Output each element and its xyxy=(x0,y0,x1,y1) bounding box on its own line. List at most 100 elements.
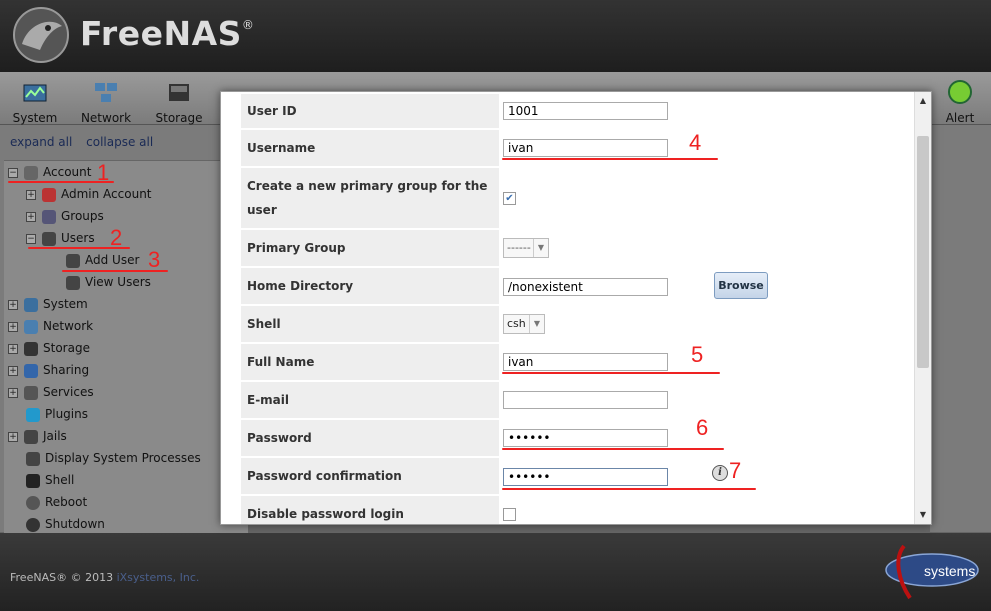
add-user-dialog: User ID Username Create a new primary gr… xyxy=(220,91,932,525)
expand-icon[interactable]: + xyxy=(8,299,18,310)
toolbar-network[interactable]: Network xyxy=(78,72,134,125)
row-create-group: Create a new primary group for the user … xyxy=(241,168,915,228)
tree-item-jails[interactable]: + Jails xyxy=(8,429,67,447)
annotation-6: 6 xyxy=(696,415,709,440)
password-confirm-input[interactable] xyxy=(503,468,668,486)
row-shell: Shell csh ▼ xyxy=(241,306,915,342)
row-disable-password: Disable password login xyxy=(241,496,915,524)
username-input[interactable] xyxy=(503,139,668,157)
freenas-logo-icon xyxy=(13,7,69,63)
collapse-all-link[interactable]: collapse all xyxy=(86,135,153,149)
jails-icon xyxy=(24,429,38,444)
processes-icon xyxy=(26,451,40,466)
row-home-directory: Home Directory Browse xyxy=(241,268,915,304)
expand-icon[interactable]: + xyxy=(26,211,36,222)
password-input[interactable] xyxy=(503,429,668,447)
label-primary-group: Primary Group xyxy=(241,230,499,266)
disable-password-checkbox[interactable] xyxy=(503,508,516,521)
tree-item-admin-account[interactable]: + Admin Account xyxy=(26,187,152,205)
label-create-group: Create a new primary group for the user xyxy=(241,168,499,228)
view-users-icon xyxy=(66,275,80,290)
annotation-underline xyxy=(502,488,756,490)
label-shell: Shell xyxy=(241,306,499,342)
scroll-down-icon[interactable]: ▼ xyxy=(915,508,931,522)
tree-item-plugins[interactable]: Plugins xyxy=(26,407,88,425)
account-icon xyxy=(24,165,38,180)
tree-item-groups[interactable]: + Groups xyxy=(26,209,104,227)
alert-icon xyxy=(948,80,972,104)
company-link[interactable]: iXsystems, Inc. xyxy=(117,571,200,584)
plugins-icon xyxy=(26,407,40,422)
row-primary-group: Primary Group ------ ▼ xyxy=(241,230,915,266)
copyright-text: FreeNAS® © 2013 iXsystems, Inc. xyxy=(10,571,200,584)
annotation-3: 3 xyxy=(148,247,161,272)
tree-item-view-users[interactable]: View Users xyxy=(66,275,151,293)
label-home-directory: Home Directory xyxy=(241,268,499,304)
scroll-up-icon[interactable]: ▲ xyxy=(915,94,931,108)
info-icon[interactable]: i xyxy=(712,465,728,481)
tree-item-shell[interactable]: Shell xyxy=(26,473,74,491)
tree-item-reboot[interactable]: Reboot xyxy=(26,495,87,513)
dialog-scrollbar[interactable]: ▲ ▼ xyxy=(914,92,931,524)
expand-icon[interactable]: + xyxy=(8,343,18,354)
tree-item-sharing[interactable]: + Sharing xyxy=(8,363,89,381)
tree-item-network[interactable]: + Network xyxy=(8,319,93,337)
label-password-confirm: Password confirmation xyxy=(241,458,499,494)
tree-item-storage[interactable]: + Storage xyxy=(8,341,90,359)
expand-icon[interactable]: + xyxy=(8,387,18,398)
shell-select[interactable]: csh ▼ xyxy=(503,314,545,334)
home-directory-input[interactable] xyxy=(503,278,668,296)
row-full-name: Full Name xyxy=(241,344,915,380)
expand-icon[interactable]: + xyxy=(8,431,18,442)
annotation-4: 4 xyxy=(689,130,702,155)
network-icon xyxy=(24,319,38,334)
row-username: Username xyxy=(241,130,915,166)
row-user-id: User ID xyxy=(241,94,915,128)
annotation-7: 7 xyxy=(729,458,742,483)
chevron-down-icon: ▼ xyxy=(529,315,544,333)
brand-name: FreeNAS® xyxy=(80,14,255,53)
sharing-icon xyxy=(24,363,38,378)
svg-text:systems: systems xyxy=(924,563,975,579)
toolbar-system[interactable]: System xyxy=(10,72,60,125)
shell-icon xyxy=(26,473,40,488)
tree-item-processes[interactable]: Display System Processes xyxy=(26,451,201,469)
storage-icon xyxy=(24,341,38,356)
tree-item-services[interactable]: + Services xyxy=(8,385,94,403)
label-username: Username xyxy=(241,130,499,166)
toolbar-storage[interactable]: Storage xyxy=(152,72,206,125)
expand-icon[interactable]: + xyxy=(8,365,18,376)
tree-item-add-user[interactable]: Add User xyxy=(66,253,139,271)
collapse-icon[interactable]: − xyxy=(26,233,36,244)
footer: FreeNAS® © 2013 iXsystems, Inc. xyxy=(0,533,991,611)
label-password: Password xyxy=(241,420,499,456)
scroll-thumb[interactable] xyxy=(917,136,929,368)
browse-button[interactable]: Browse xyxy=(714,272,768,299)
tree-controls: expand all collapse all xyxy=(10,135,163,149)
label-user-id: User ID xyxy=(241,94,499,128)
user-id-input[interactable] xyxy=(503,102,668,120)
expand-all-link[interactable]: expand all xyxy=(10,135,72,149)
expand-icon[interactable]: + xyxy=(8,321,18,332)
toolbar-alert[interactable]: Alert xyxy=(938,72,982,125)
system-icon xyxy=(24,297,38,312)
create-group-checkbox[interactable]: ✔ xyxy=(503,192,516,205)
collapse-icon[interactable]: − xyxy=(8,167,18,178)
full-name-input[interactable] xyxy=(503,353,668,371)
admin-account-icon xyxy=(42,187,56,202)
primary-group-select[interactable]: ------ ▼ xyxy=(503,238,549,258)
label-full-name: Full Name xyxy=(241,344,499,380)
app-header: FreeNAS® xyxy=(0,0,991,72)
label-disable-password: Disable password login xyxy=(241,496,499,524)
row-password: Password xyxy=(241,420,915,456)
tree-item-system[interactable]: + System xyxy=(8,297,88,315)
storage-icon xyxy=(169,84,189,101)
annotation-5: 5 xyxy=(691,342,704,367)
system-icon xyxy=(23,84,47,102)
email-input[interactable] xyxy=(503,391,668,409)
add-user-icon xyxy=(66,253,80,268)
nav-tree: − Account + Admin Account + Groups − Users A… xyxy=(4,160,248,533)
expand-icon[interactable]: + xyxy=(26,189,36,200)
right-pane xyxy=(930,125,991,532)
annotation-underline xyxy=(502,448,724,450)
